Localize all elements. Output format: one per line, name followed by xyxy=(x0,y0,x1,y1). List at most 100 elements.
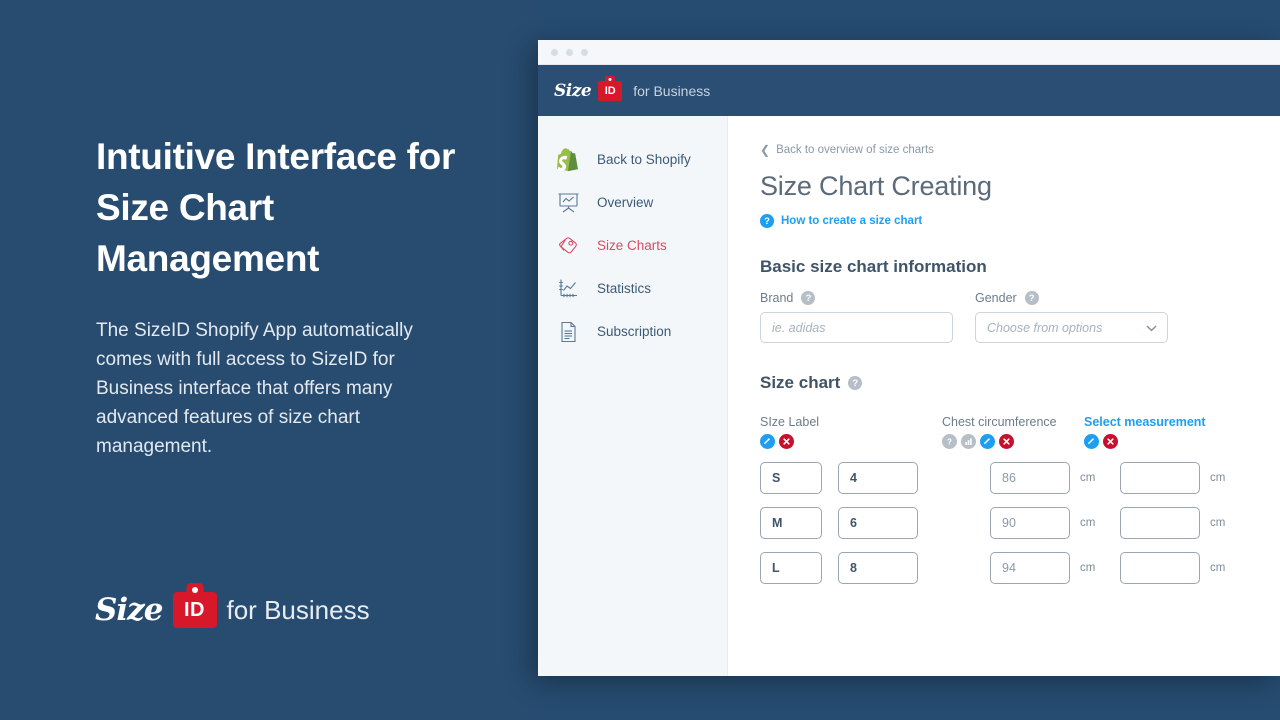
marketing-panel: Intuitive Interface for Size Chart Manag… xyxy=(0,0,540,720)
app-body: Back to Shopify Overview xyxy=(538,116,1280,676)
sidebar-item-label: Size Charts xyxy=(597,238,667,253)
brand-input[interactable] xyxy=(760,312,953,343)
brand-label-row: Brand ? xyxy=(760,291,953,305)
size-chart-section-title: Size chart xyxy=(760,373,840,393)
window-close-dot[interactable] xyxy=(551,49,558,56)
sidebar-item-overview[interactable]: Overview xyxy=(538,181,727,224)
sizeid-logo: Size ID for Business xyxy=(95,592,370,628)
sidebar: Back to Shopify Overview xyxy=(538,116,728,676)
size-label-input[interactable] xyxy=(760,462,822,494)
app-logo-tag-text: ID xyxy=(605,85,616,97)
column-title: SIze Label xyxy=(760,415,942,429)
unit-label: cm xyxy=(1080,517,1120,529)
help-icon[interactable]: ? xyxy=(942,434,957,449)
chevron-left-icon: ❮ xyxy=(760,144,770,156)
alt-size-label-input[interactable] xyxy=(838,462,918,494)
unit-label: cm xyxy=(1210,562,1250,574)
alt-size-label-input[interactable] xyxy=(838,552,918,584)
shopify-bag-icon xyxy=(555,147,581,173)
sidebar-item-label: Overview xyxy=(597,195,653,210)
column-header-size-label: SIze Label xyxy=(760,415,942,449)
size-chart-column-headers: SIze Label xyxy=(760,415,1250,449)
size-chart-section-header: Size chart ? xyxy=(760,373,1250,393)
extra-measurement-input[interactable] xyxy=(1120,462,1200,494)
table-row: cm cm xyxy=(760,507,1250,539)
brand-label: Brand xyxy=(760,291,793,305)
gender-select[interactable]: Choose from options xyxy=(975,312,1168,343)
app-header: Size ID for Business xyxy=(538,65,1280,116)
help-link-label: How to create a size chart xyxy=(781,215,922,227)
tags-icon xyxy=(555,233,581,259)
edit-icon[interactable] xyxy=(1084,434,1099,449)
logo-suffix-text: for Business xyxy=(227,595,370,626)
logo-tag-text: ID xyxy=(184,599,205,622)
page-root: Intuitive Interface for Size Chart Manag… xyxy=(0,0,1280,720)
presentation-chart-icon xyxy=(555,190,581,216)
edit-icon[interactable] xyxy=(980,434,995,449)
logo-wordmark: Size xyxy=(95,592,163,628)
gender-select-wrap: Choose from options xyxy=(975,312,1168,343)
help-icon: ? xyxy=(760,214,774,228)
sidebar-item-size-charts[interactable]: Size Charts xyxy=(538,224,727,267)
unit-label: cm xyxy=(1210,472,1250,484)
delete-icon[interactable] xyxy=(999,434,1014,449)
gender-label-row: Gender ? xyxy=(975,291,1168,305)
window-minimize-dot[interactable] xyxy=(566,49,573,56)
how-to-create-link[interactable]: ? How to create a size chart xyxy=(760,214,1250,228)
size-label-input[interactable] xyxy=(760,507,822,539)
edit-icon[interactable] xyxy=(760,434,775,449)
window-titlebar xyxy=(538,40,1280,65)
app-logo-suffix: for Business xyxy=(633,83,710,99)
column-actions: ? xyxy=(942,434,1084,449)
marketing-headline: Intuitive Interface for Size Chart Manag… xyxy=(96,131,476,284)
bar-chart-icon[interactable] xyxy=(961,434,976,449)
alt-size-label-input[interactable] xyxy=(838,507,918,539)
extra-measurement-input[interactable] xyxy=(1120,507,1200,539)
delete-icon[interactable] xyxy=(779,434,794,449)
back-link-label: Back to overview of size charts xyxy=(776,144,934,156)
svg-text:?: ? xyxy=(947,437,952,446)
app-window: Size ID for Business xyxy=(538,40,1280,676)
size-chart-table: SIze Label xyxy=(760,415,1250,584)
table-row: cm cm xyxy=(760,552,1250,584)
gender-select-value: Choose from options xyxy=(987,321,1102,335)
sidebar-item-back-to-shopify[interactable]: Back to Shopify xyxy=(538,138,727,181)
logo-tag-icon: ID xyxy=(173,592,217,628)
basic-info-section-title: Basic size chart information xyxy=(760,257,1250,277)
size-chart-help-icon[interactable]: ? xyxy=(848,376,862,390)
extra-measurement-input[interactable] xyxy=(1120,552,1200,584)
table-row: cm cm xyxy=(760,462,1250,494)
gender-label: Gender xyxy=(975,291,1017,305)
gender-help-icon[interactable]: ? xyxy=(1025,291,1039,305)
unit-label: cm xyxy=(1210,517,1250,529)
app-logo-tag-icon: ID xyxy=(598,81,622,101)
unit-label: cm xyxy=(1080,562,1120,574)
page-title: Size Chart Creating xyxy=(760,171,1250,202)
delete-icon[interactable] xyxy=(1103,434,1118,449)
marketing-body-text: The SizeID Shopify App automatically com… xyxy=(96,316,451,461)
gender-field-group: Gender ? Choose from options xyxy=(975,291,1168,343)
sidebar-item-label: Subscription xyxy=(597,324,671,339)
sidebar-item-subscription[interactable]: Subscription xyxy=(538,310,727,353)
window-maximize-dot[interactable] xyxy=(581,49,588,56)
sidebar-item-label: Statistics xyxy=(597,281,651,296)
back-to-overview-link[interactable]: ❮ Back to overview of size charts xyxy=(760,144,1250,156)
column-title: Chest circumference xyxy=(942,415,1084,429)
column-header-chest-circumference: Chest circumference ? xyxy=(942,415,1084,449)
app-logo-wordmark: Size xyxy=(554,81,591,101)
sidebar-item-statistics[interactable]: Statistics xyxy=(538,267,727,310)
chest-circumference-input[interactable] xyxy=(990,507,1070,539)
chest-circumference-input[interactable] xyxy=(990,552,1070,584)
main-content: ❮ Back to overview of size charts Size C… xyxy=(728,116,1280,676)
basic-info-fields: Brand ? Gender ? Choose from options xyxy=(760,291,1250,343)
app-logo[interactable]: Size ID for Business xyxy=(554,81,710,101)
brand-help-icon[interactable]: ? xyxy=(801,291,815,305)
document-icon xyxy=(555,319,581,345)
unit-label: cm xyxy=(1080,472,1120,484)
size-label-input[interactable] xyxy=(760,552,822,584)
chest-circumference-input[interactable] xyxy=(990,462,1070,494)
line-chart-icon xyxy=(555,276,581,302)
brand-field-group: Brand ? xyxy=(760,291,953,343)
column-actions xyxy=(760,434,942,449)
sidebar-item-label: Back to Shopify xyxy=(597,152,691,167)
